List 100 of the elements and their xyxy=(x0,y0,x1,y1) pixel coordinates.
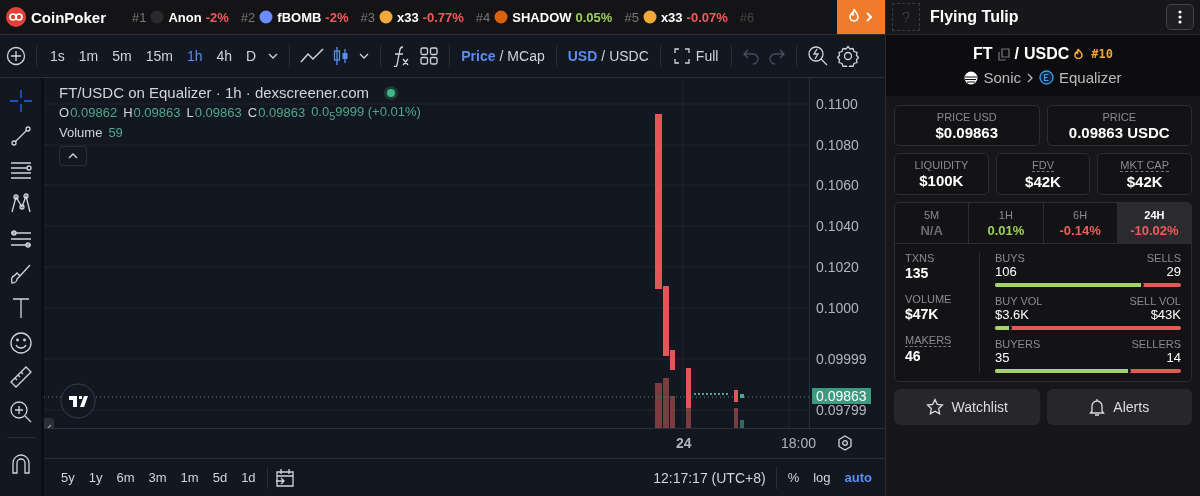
slash: / xyxy=(601,48,606,64)
zoom-icon[interactable] xyxy=(7,398,34,425)
watchlist-button[interactable]: Watchlist xyxy=(894,389,1040,425)
stat-value: 46 xyxy=(905,348,921,364)
crosshair-icon[interactable] xyxy=(7,88,34,114)
stat-value: $3.6K xyxy=(995,307,1029,322)
fullscreen-button[interactable]: Full xyxy=(670,46,722,66)
settings-icon[interactable] xyxy=(837,45,860,67)
price-mode-option[interactable]: MCap xyxy=(506,46,546,66)
quick-search-icon[interactable] xyxy=(807,45,830,67)
ohlc-value: 0.09863 xyxy=(194,105,242,121)
price-label: 0.1000 xyxy=(816,300,859,316)
axis-settings-icon[interactable] xyxy=(837,435,853,451)
ticker-name[interactable]: x33 xyxy=(660,9,683,25)
goto-date-icon[interactable] xyxy=(273,466,296,489)
ticker-name[interactable]: SHADOW xyxy=(512,9,572,25)
star-icon xyxy=(925,398,944,416)
range-button[interactable]: 1m xyxy=(175,468,204,487)
card-label: FDV xyxy=(1032,159,1054,172)
ticker-change: -0.07% xyxy=(686,9,728,25)
ticker-name[interactable]: x33 xyxy=(396,9,419,25)
stat-label: BUYERS xyxy=(995,338,1041,350)
stat-label: SELL VOL xyxy=(1129,295,1181,307)
interval-button[interactable]: 1h xyxy=(183,46,206,66)
chain-name: Sonic xyxy=(983,69,1021,86)
range-button[interactable]: 5d xyxy=(207,468,233,487)
ticker-rank: #3 xyxy=(360,9,375,25)
dex-icon xyxy=(1039,70,1054,85)
ticker-change: -2% xyxy=(205,9,229,25)
card-value: $100K xyxy=(919,172,964,189)
stat-value: 135 xyxy=(905,265,929,281)
ohlc-key: L xyxy=(186,105,194,121)
interval-button[interactable]: 15m xyxy=(142,46,176,66)
chain-icon xyxy=(964,70,979,85)
scale-option[interactable]: log xyxy=(808,468,836,487)
stat-label: SELLERS xyxy=(1131,338,1181,350)
scale-option[interactable]: auto xyxy=(839,468,877,487)
card-value: $42K xyxy=(1025,173,1061,190)
interval-button[interactable]: 4h xyxy=(213,46,236,66)
card-label: PRICE xyxy=(1102,111,1137,123)
interval-button[interactable]: 1m xyxy=(75,46,102,66)
interval-button[interactable]: D xyxy=(243,46,260,66)
grid-icon[interactable] xyxy=(419,46,440,66)
price-label: 0.1020 xyxy=(816,259,859,275)
token-icon xyxy=(378,10,393,24)
candle xyxy=(686,368,691,408)
copy-icon[interactable] xyxy=(997,47,1010,61)
stat-label: BUY VOL xyxy=(995,295,1043,307)
ohlc-key: O xyxy=(59,105,70,121)
candles-icon[interactable] xyxy=(332,46,351,66)
time-label: 24 xyxy=(676,435,692,451)
interval-button[interactable]: 5m xyxy=(109,46,135,66)
period-tab[interactable]: 6H -0.14% xyxy=(1043,203,1118,243)
stat-label: BUYS xyxy=(995,252,1025,264)
price-label: 0.1080 xyxy=(816,137,859,153)
price-change: 0.0$_{5}$9999 (+0.01%) xyxy=(311,104,421,122)
token-icon xyxy=(642,10,657,24)
ticker-rank: #4 xyxy=(475,9,491,25)
card-value: $0.09863 xyxy=(935,124,999,141)
add-icon[interactable] xyxy=(6,46,26,66)
range-button[interactable]: 1d xyxy=(236,468,261,487)
ticker-name[interactable]: fBOMB xyxy=(277,9,322,25)
trending-button[interactable] xyxy=(837,0,885,34)
currency-option[interactable]: USDC xyxy=(608,46,650,66)
ticker-name[interactable]: Anon xyxy=(168,9,202,25)
range-button[interactable]: 6m xyxy=(111,468,140,487)
tradingview-logo[interactable] xyxy=(60,383,96,419)
ohlc-value: 0.09863 xyxy=(133,105,181,121)
scale-option[interactable]: % xyxy=(782,468,805,487)
stat-label: VOLUME xyxy=(905,293,952,305)
interval-button[interactable]: 1s xyxy=(47,46,68,66)
ticker-change: -2% xyxy=(325,9,349,25)
price-label: 0.1060 xyxy=(816,177,859,193)
card-label: PRICE USD xyxy=(936,111,997,123)
alerts-button[interactable]: Alerts xyxy=(1046,389,1192,425)
stat-label: SELLS xyxy=(1146,252,1181,264)
card-value: 0.09863 USDC xyxy=(1068,124,1170,141)
range-button[interactable]: 3m xyxy=(143,468,172,487)
more-button[interactable] xyxy=(1166,4,1194,30)
slash: / xyxy=(1014,45,1019,63)
stat-value: $43K xyxy=(1150,307,1181,322)
range-button[interactable]: 5y xyxy=(56,468,80,487)
ticker-rank: #5 xyxy=(624,9,639,25)
ohlc-value: 0.09862 xyxy=(70,105,118,121)
brand-name: CoinPoker xyxy=(31,8,106,26)
period-tab[interactable]: 24H -10.02% xyxy=(1117,203,1191,243)
volume-bar xyxy=(740,420,744,428)
currency-option[interactable]: USD xyxy=(566,46,599,66)
stat-label: TXNS xyxy=(905,252,935,264)
volume-label: Volume xyxy=(59,124,103,140)
period-tab[interactable]: 5M N/A xyxy=(895,203,970,243)
stat-label: MAKERS xyxy=(905,334,952,347)
candle xyxy=(734,390,738,402)
ticker-rank: #2 xyxy=(240,9,256,25)
collapse-button[interactable] xyxy=(59,145,87,166)
emoji-icon[interactable] xyxy=(7,329,34,356)
range-button[interactable]: 1y xyxy=(83,468,108,487)
period-tab[interactable]: 1H 0.01% xyxy=(969,203,1044,243)
price-mode-option[interactable]: Price xyxy=(460,46,497,66)
token-icon xyxy=(259,10,274,24)
